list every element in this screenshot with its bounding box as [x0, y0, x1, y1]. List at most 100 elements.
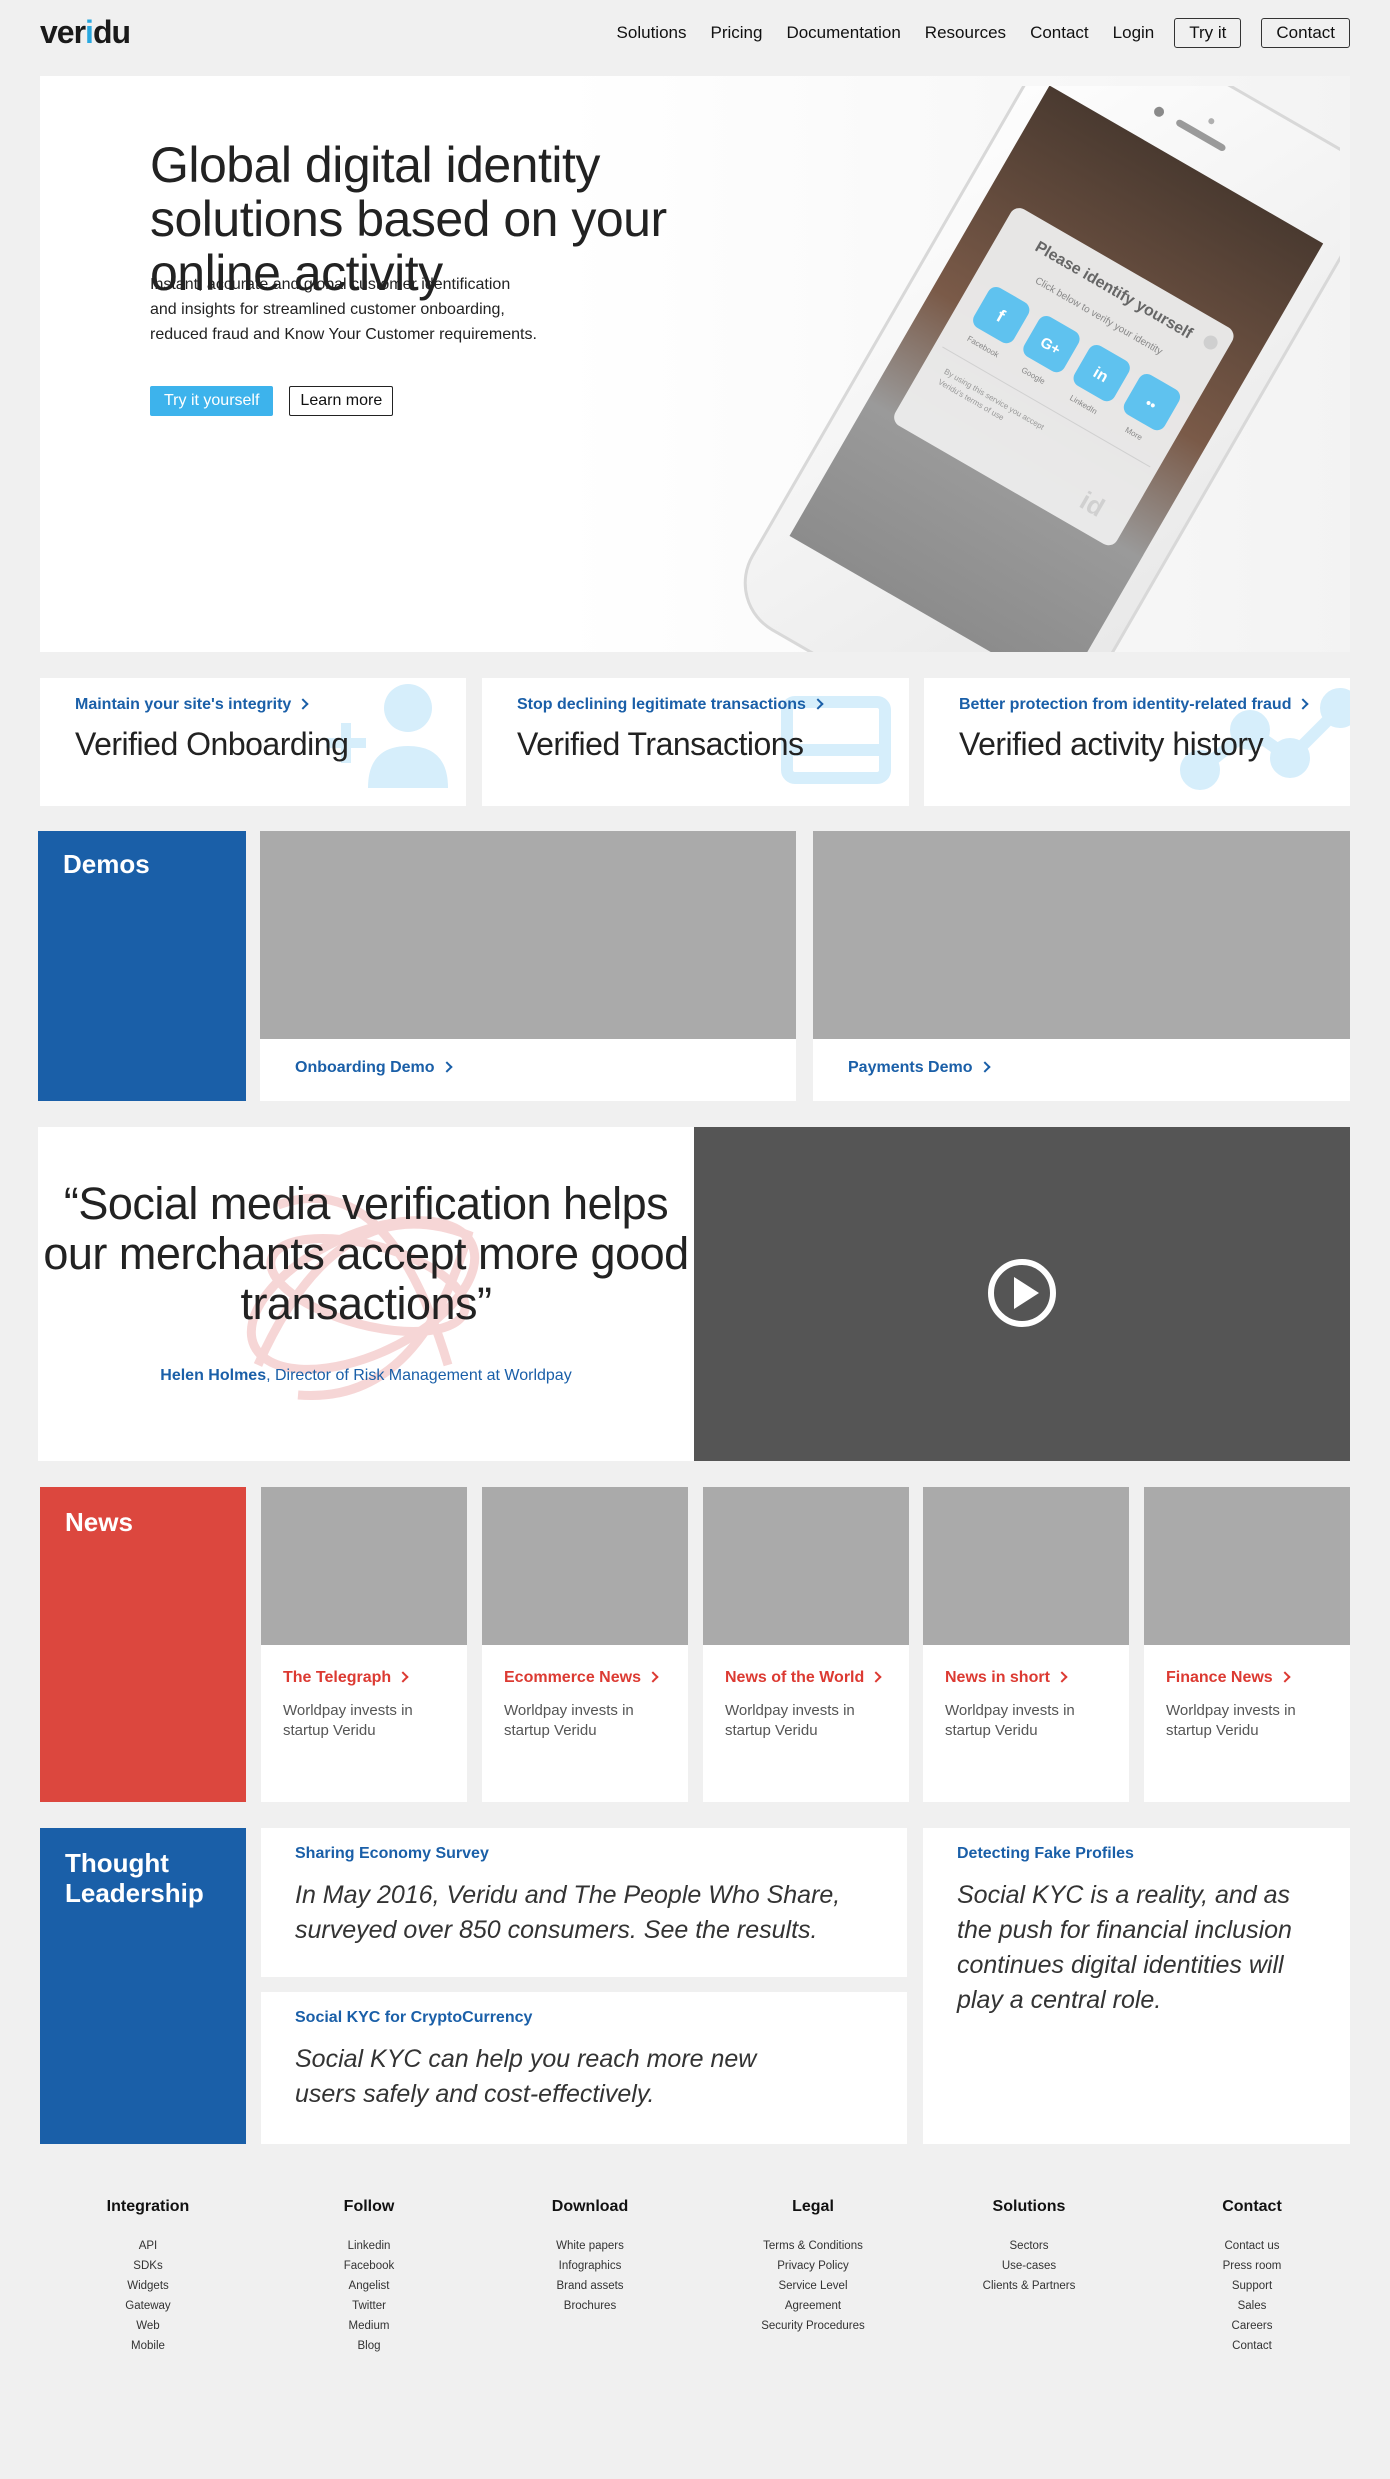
news-card[interactable]: News in short Worldpay invests in startu…: [923, 1487, 1129, 1802]
video-player[interactable]: [694, 1127, 1350, 1461]
site-header: veridu Solutions Pricing Documentation R…: [0, 0, 1390, 68]
footer-link[interactable]: Brochures: [490, 2296, 690, 2316]
footer-link[interactable]: Brand assets: [490, 2276, 690, 2296]
footer-link[interactable]: Security Procedures: [713, 2316, 913, 2336]
news-card[interactable]: The Telegraph Worldpay invests in startu…: [261, 1487, 467, 1802]
footer-link[interactable]: Sectors: [929, 2236, 1129, 2256]
footer-link[interactable]: Sales: [1152, 2296, 1352, 2316]
nav-login[interactable]: Login: [1113, 18, 1155, 48]
feature-card-transactions[interactable]: Stop declining legitimate transactions V…: [482, 678, 909, 806]
demo-thumbnail[interactable]: [260, 831, 796, 1039]
news-source-link[interactable]: Finance News: [1166, 1669, 1291, 1687]
demos-panel: Demos: [38, 831, 246, 1101]
footer-heading: Integration: [106, 2198, 190, 2215]
try-it-button[interactable]: Try it: [1174, 18, 1242, 48]
nav-resources[interactable]: Resources: [925, 18, 1006, 48]
feature-title-onboarding: Verified Onboarding: [75, 726, 349, 762]
news-thumbnail[interactable]: [923, 1487, 1129, 1645]
demo-thumbnail[interactable]: [813, 831, 1350, 1039]
feature-title-transactions: Verified Transactions: [517, 726, 804, 762]
footer-link[interactable]: Privacy Policy: [713, 2256, 913, 2276]
footer-link[interactable]: Agreement: [713, 2296, 913, 2316]
news-card[interactable]: Ecommerce News Worldpay invests in start…: [482, 1487, 688, 1802]
footer-link[interactable]: Angelist: [269, 2276, 469, 2296]
news-thumbnail[interactable]: [1144, 1487, 1350, 1645]
news-source-link[interactable]: Ecommerce News: [504, 1669, 659, 1687]
hero-description: Instant, accurate and global customer id…: [150, 276, 537, 343]
footer-link[interactable]: Careers: [1152, 2316, 1352, 2336]
footer-link[interactable]: SDKs: [48, 2256, 248, 2276]
footer-link[interactable]: Mobile: [48, 2336, 248, 2356]
footer-link[interactable]: Infographics: [490, 2256, 690, 2276]
news-text: Worldpay invests in startup Veridu: [725, 1702, 855, 1739]
hero-buttons: Try it yourself Learn more: [150, 386, 394, 416]
footer-link[interactable]: Facebook: [269, 2256, 469, 2276]
footer-link[interactable]: Contact: [1152, 2336, 1352, 2356]
news-source-link[interactable]: News of the World: [725, 1669, 882, 1687]
demo-card-payments[interactable]: Payments Demo: [813, 831, 1350, 1101]
news-thumbnail[interactable]: [703, 1487, 909, 1645]
footer-heading: Legal: [792, 2198, 834, 2215]
footer-link[interactable]: Widgets: [48, 2276, 248, 2296]
demo-card-onboarding[interactable]: Onboarding Demo: [260, 831, 796, 1101]
footer-link[interactable]: Press room: [1152, 2256, 1352, 2276]
thought-leadership-label: Thought Leadership: [65, 1848, 204, 1908]
news-card[interactable]: Finance News Worldpay invests in startup…: [1144, 1487, 1350, 1802]
news-thumbnail[interactable]: [482, 1487, 688, 1645]
footer-link[interactable]: Web: [48, 2316, 248, 2336]
feature-title-activity: Verified activity history: [959, 726, 1264, 762]
footer-link[interactable]: Contact us: [1152, 2236, 1352, 2256]
footer-link[interactable]: Support: [1152, 2276, 1352, 2296]
contact-button[interactable]: Contact: [1261, 18, 1350, 48]
nav-documentation[interactable]: Documentation: [786, 18, 900, 48]
footer-heading: Contact: [1222, 2198, 1282, 2215]
footer-link[interactable]: Use-cases: [929, 2256, 1129, 2276]
news-panel: News: [40, 1487, 246, 1802]
thought-leadership-panel: Thought Leadership: [40, 1828, 246, 2144]
onboarding-demo-link[interactable]: Onboarding Demo: [295, 1059, 453, 1077]
news-text: Worldpay invests in startup Veridu: [1166, 1702, 1296, 1739]
footer-link[interactable]: Blog: [269, 2336, 469, 2356]
tl-title[interactable]: Social KYC for CryptoCurrency: [295, 2009, 532, 2027]
footer-link[interactable]: White papers: [490, 2236, 690, 2256]
feature-link-activity[interactable]: Better protection from identity-related …: [959, 696, 1310, 714]
feature-link-transactions[interactable]: Stop declining legitimate transactions: [517, 696, 824, 714]
payments-demo-link[interactable]: Payments Demo: [848, 1059, 991, 1077]
footer-link[interactable]: Medium: [269, 2316, 469, 2336]
tl-body: Social KYC is a reality, and as the push…: [957, 1881, 1292, 2014]
footer-link[interactable]: Clients & Partners: [929, 2276, 1129, 2296]
footer-col-download: Download White papers Infographics Brand…: [490, 2198, 690, 2316]
phone-illustration: Please identify yourself Click below to …: [743, 86, 1340, 652]
footer-link[interactable]: Terms & Conditions: [713, 2236, 913, 2256]
tl-title[interactable]: Detecting Fake Profiles: [957, 1845, 1134, 1863]
news-text: Worldpay invests in startup Veridu: [945, 1702, 1075, 1739]
footer-col-legal: Legal Terms & Conditions Privacy Policy …: [713, 2198, 913, 2336]
tl-body: Social KYC can help you reach more new u…: [295, 2045, 757, 2108]
tl-card-fake-profiles[interactable]: Detecting Fake Profiles Social KYC is a …: [923, 1828, 1350, 2144]
footer-link[interactable]: Service Level: [713, 2276, 913, 2296]
footer-link[interactable]: API: [48, 2236, 248, 2256]
testimonial-box: “Social media verification helps our mer…: [38, 1127, 694, 1461]
play-icon[interactable]: [986, 1257, 1058, 1329]
news-thumbnail[interactable]: [261, 1487, 467, 1645]
news-text: Worldpay invests in startup Veridu: [283, 1702, 413, 1739]
feature-card-onboarding[interactable]: Maintain your site's integrity Verified …: [40, 678, 466, 806]
veridu-logo[interactable]: veridu: [40, 14, 131, 51]
footer-link[interactable]: Twitter: [269, 2296, 469, 2316]
news-card[interactable]: News of the World Worldpay invests in st…: [703, 1487, 909, 1802]
try-it-yourself-button[interactable]: Try it yourself: [150, 386, 274, 416]
feature-link-onboarding[interactable]: Maintain your site's integrity: [75, 696, 309, 714]
nav-solutions[interactable]: Solutions: [617, 18, 687, 48]
footer-heading: Solutions: [992, 2198, 1066, 2215]
tl-card-crypto[interactable]: Social KYC for CryptoCurrency Social KYC…: [261, 1992, 907, 2144]
feature-card-activity[interactable]: Better protection from identity-related …: [924, 678, 1350, 806]
footer-link[interactable]: Gateway: [48, 2296, 248, 2316]
footer-link[interactable]: Linkedin: [269, 2236, 469, 2256]
tl-card-sharing-economy[interactable]: Sharing Economy Survey In May 2016, Veri…: [261, 1828, 907, 1977]
news-source-link[interactable]: The Telegraph: [283, 1669, 409, 1687]
learn-more-button[interactable]: Learn more: [289, 386, 394, 416]
news-source-link[interactable]: News in short: [945, 1669, 1068, 1687]
tl-title[interactable]: Sharing Economy Survey: [295, 1845, 489, 1863]
nav-pricing[interactable]: Pricing: [710, 18, 762, 48]
nav-contact[interactable]: Contact: [1030, 18, 1089, 48]
